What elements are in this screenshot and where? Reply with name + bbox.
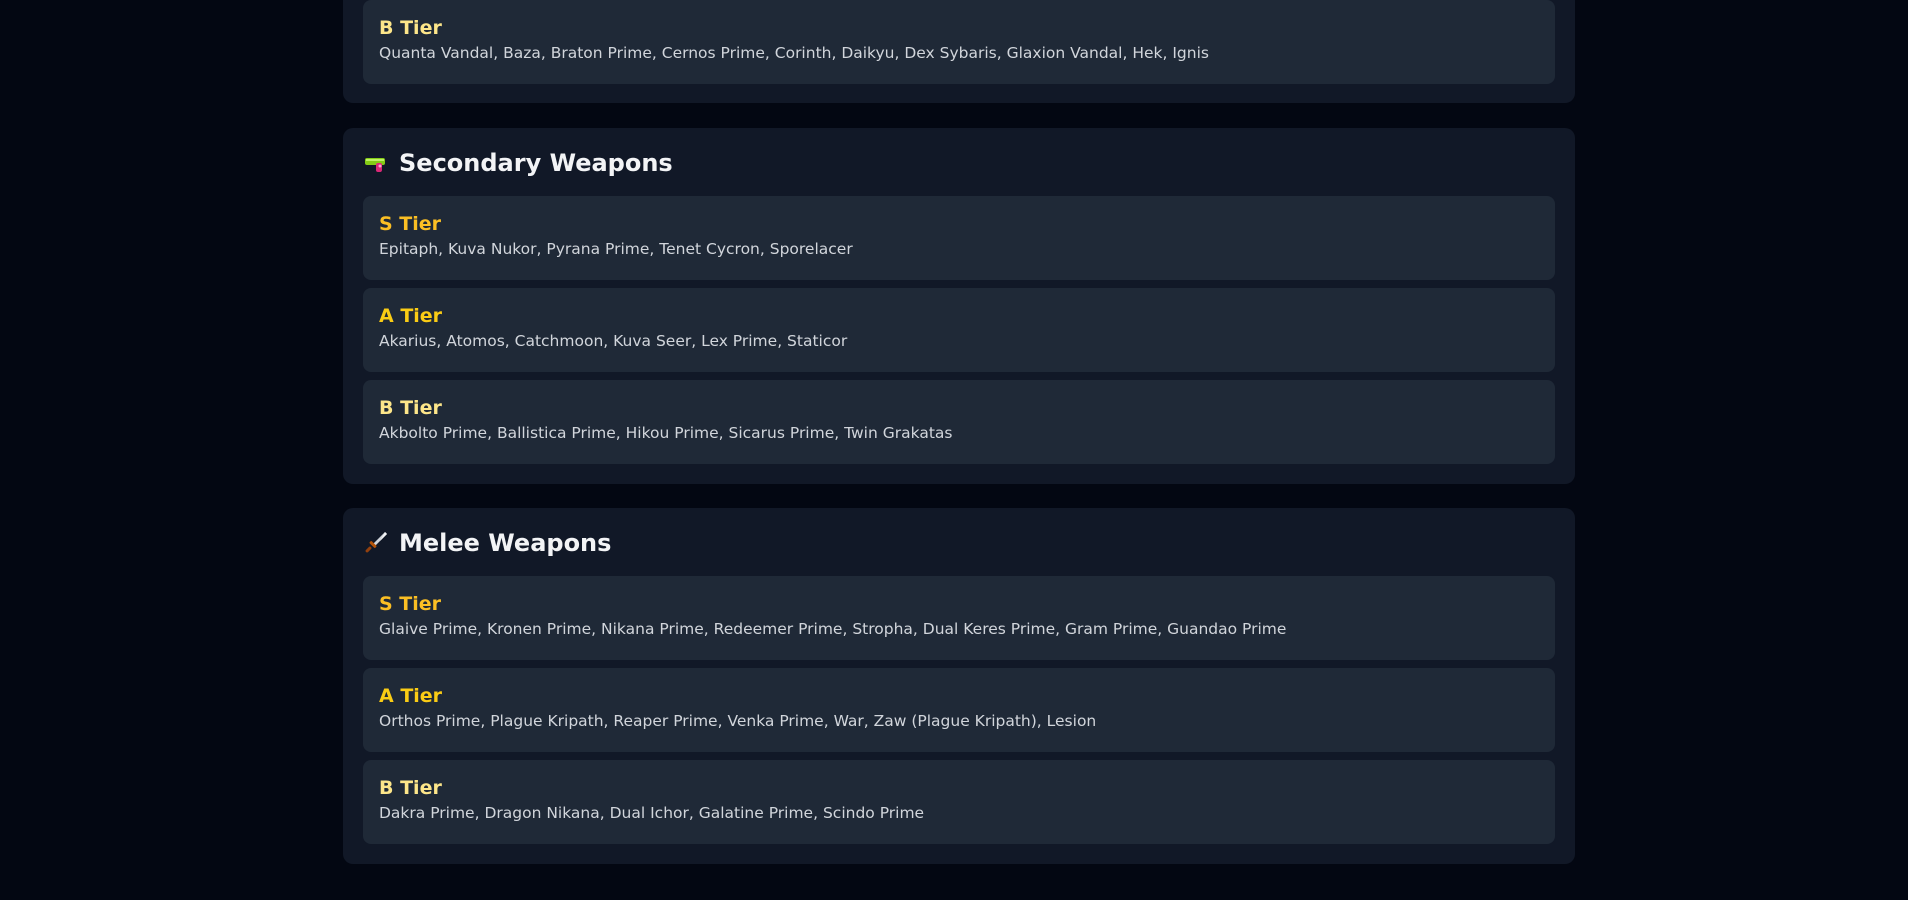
tier-label: B Tier <box>379 777 442 799</box>
tier-items: Orthos Prime, Plague Kripath, Reaper Pri… <box>379 712 1097 730</box>
section-title: Secondary Weapons <box>399 149 673 177</box>
dagger-icon <box>363 530 389 556</box>
tier-list-page: B Tier Quanta Vandal, Baza, Braton Prime… <box>0 0 1908 900</box>
tier-card-b: B Tier Akbolto Prime, Ballistica Prime, … <box>363 380 1555 464</box>
tier-card-a: A Tier Akarius, Atomos, Catchmoon, Kuva … <box>363 288 1555 372</box>
section-header: Secondary Weapons <box>363 145 673 181</box>
water-pistol-icon <box>363 150 389 176</box>
tier-label: A Tier <box>379 685 443 707</box>
tier-label: S Tier <box>379 213 442 235</box>
tier-items: Dakra Prime, Dragon Nikana, Dual Ichor, … <box>379 804 925 822</box>
tier-card-b: B Tier Quanta Vandal, Baza, Braton Prime… <box>363 0 1555 84</box>
tier-card-s: S Tier Glaive Prime, Kronen Prime, Nikan… <box>363 576 1555 660</box>
tier-card-s: S Tier Epitaph, Kuva Nukor, Pyrana Prime… <box>363 196 1555 280</box>
tier-label: S Tier <box>379 593 442 615</box>
tier-label: B Tier <box>379 397 442 419</box>
secondary-weapons-section: Secondary Weapons S Tier Epitaph, Kuva N… <box>343 128 1575 484</box>
section-header: Melee Weapons <box>363 525 611 561</box>
primary-weapons-section: B Tier Quanta Vandal, Baza, Braton Prime… <box>343 0 1575 103</box>
melee-weapons-section: Melee Weapons S Tier Glaive Prime, Krone… <box>343 508 1575 864</box>
section-title: Melee Weapons <box>399 529 612 557</box>
tier-label: B Tier <box>379 17 442 39</box>
tier-items: Epitaph, Kuva Nukor, Pyrana Prime, Tenet… <box>379 240 853 258</box>
tier-items: Quanta Vandal, Baza, Braton Prime, Cerno… <box>379 44 1209 62</box>
tier-card-b: B Tier Dakra Prime, Dragon Nikana, Dual … <box>363 760 1555 844</box>
tier-card-a: A Tier Orthos Prime, Plague Kripath, Rea… <box>363 668 1555 752</box>
tier-items: Akarius, Atomos, Catchmoon, Kuva Seer, L… <box>379 332 848 350</box>
tier-label: A Tier <box>379 305 443 327</box>
tier-items: Akbolto Prime, Ballistica Prime, Hikou P… <box>379 424 953 442</box>
tier-items: Glaive Prime, Kronen Prime, Nikana Prime… <box>379 620 1287 638</box>
